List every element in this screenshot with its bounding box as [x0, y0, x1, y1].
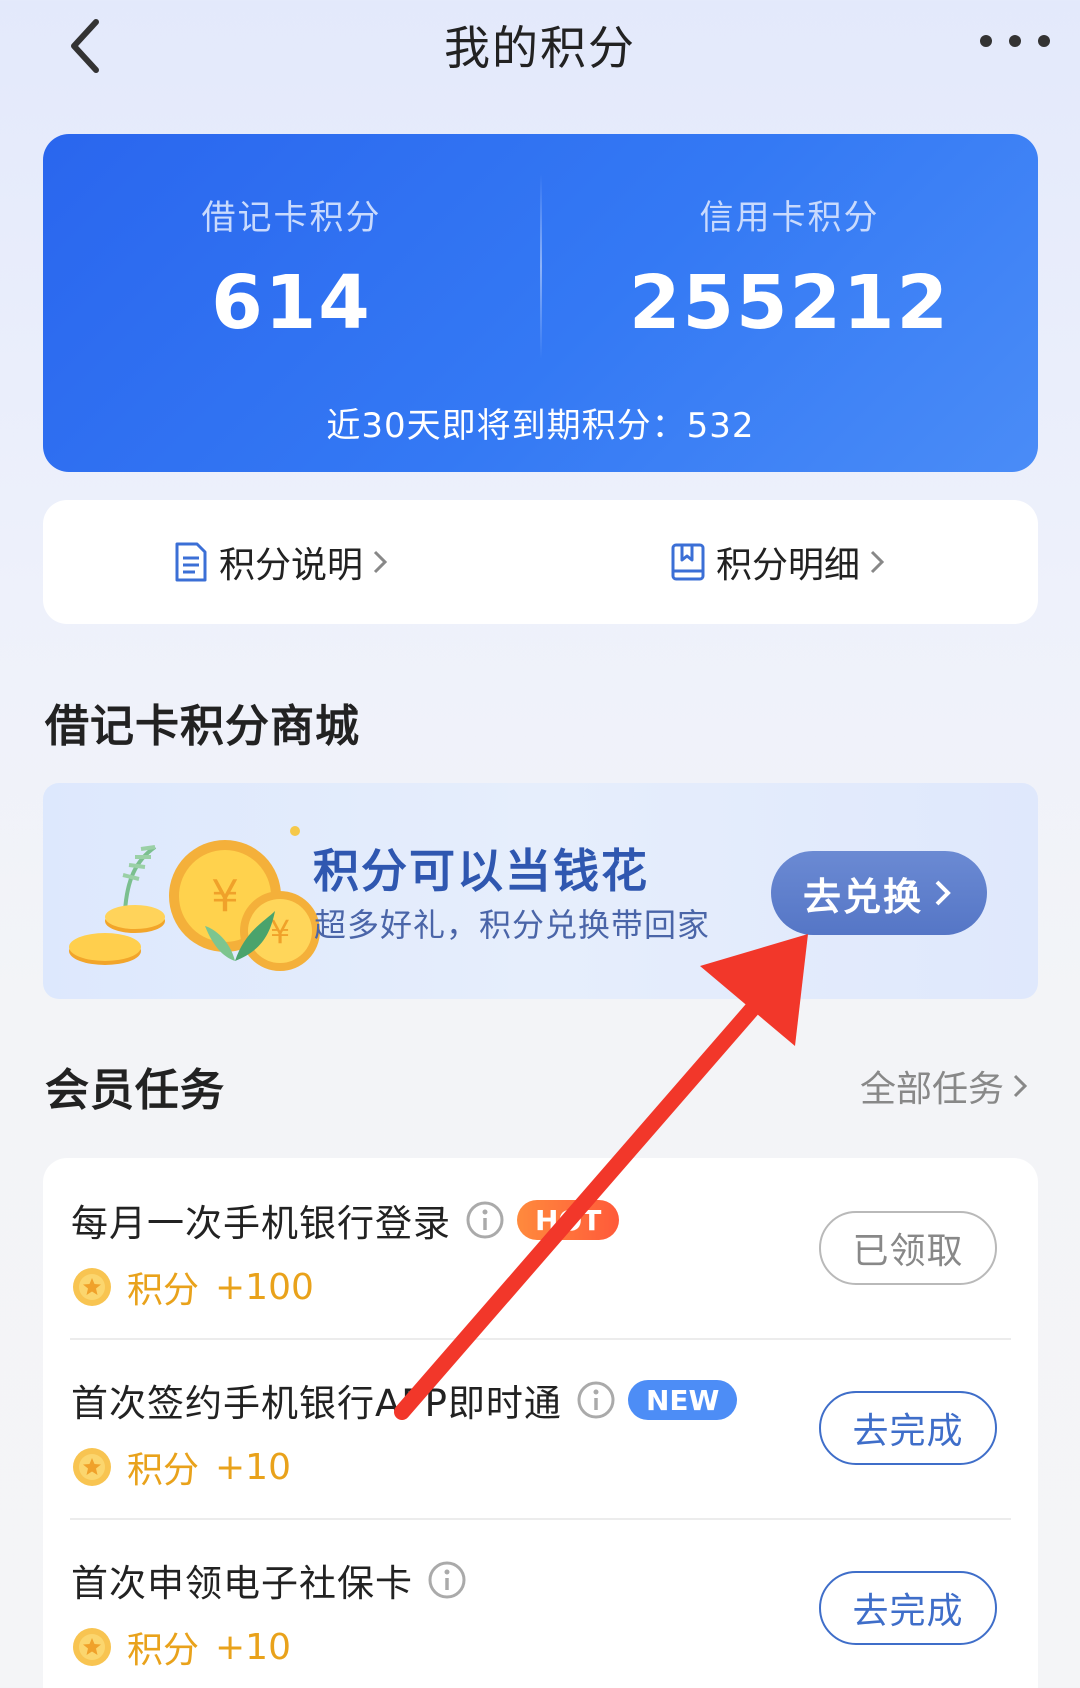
task-name: 首次申领电子社保卡	[71, 1562, 413, 1605]
tasks-section-title: 会员任务	[45, 1065, 225, 1116]
coins-illustration: ¥ ¥	[69, 826, 320, 971]
task-reward: 积分 +10	[71, 1621, 291, 1673]
hot-badge: HOT	[517, 1200, 620, 1240]
reward-value: +100	[215, 1266, 314, 1308]
banner-title: 积分可以当钱花	[313, 844, 649, 898]
reward-label: 积分	[127, 1270, 200, 1311]
more-button[interactable]	[980, 26, 1050, 56]
points-summary-card: 借记卡积分 614 信用卡积分 255212 近30天即将到期积分：532	[43, 134, 1038, 472]
coin-icon	[73, 1268, 111, 1306]
book-icon	[671, 543, 705, 581]
credit-points[interactable]: 信用卡积分 255212	[541, 134, 1038, 394]
task-go-button[interactable]: 去完成	[819, 1571, 997, 1645]
mall-section-title: 借记卡积分商城	[45, 701, 360, 752]
more-dots-icon	[980, 35, 992, 47]
all-tasks-link[interactable]: 全部任务	[860, 1060, 1030, 1112]
debit-points-label: 借记卡积分	[201, 198, 382, 238]
divider	[70, 1338, 1011, 1340]
coin-icon	[73, 1628, 111, 1666]
debit-points[interactable]: 借记卡积分 614	[43, 134, 540, 394]
points-mall-banner[interactable]: ¥ ¥ 积分可以当钱花 超多好礼，积分兑换带回家 去兑换	[43, 783, 1038, 999]
redeem-button[interactable]: 去兑换	[771, 851, 987, 935]
points-explain-label: 积分说明	[219, 545, 364, 586]
points-detail-label: 积分明细	[716, 545, 861, 586]
chevron-right-icon	[373, 550, 388, 574]
reward-value: +10	[215, 1446, 291, 1488]
chevron-right-icon	[1013, 1074, 1028, 1098]
credit-points-value: 255212	[629, 260, 950, 346]
banner-subtitle: 超多好礼，积分兑换带回家	[314, 906, 711, 944]
points-explain-link[interactable]: 积分说明	[171, 500, 391, 624]
redeem-button-label: 去兑换	[802, 874, 923, 919]
expiring-points-text: 近30天即将到期积分：532	[326, 406, 755, 446]
top-bar: 我的积分	[0, 0, 1080, 90]
points-links-card: 积分说明 积分明细	[43, 500, 1038, 624]
task-reward: 积分 +100	[71, 1261, 314, 1313]
reward-value: +10	[215, 1626, 291, 1668]
task-claimed-button[interactable]: 已领取	[819, 1211, 997, 1285]
points-detail-link[interactable]: 积分明细	[668, 500, 888, 624]
reward-label: 积分	[127, 1450, 200, 1491]
svg-text:¥: ¥	[211, 871, 239, 922]
chevron-right-icon	[935, 880, 951, 906]
all-tasks-label: 全部任务	[859, 1069, 1004, 1110]
credit-points-label: 信用卡积分	[699, 198, 880, 238]
page-title: 我的积分	[444, 21, 636, 75]
chevron-right-icon	[870, 550, 885, 574]
task-go-button[interactable]: 去完成	[819, 1391, 997, 1465]
task-name: 首次签约手机银行APP即时通	[71, 1382, 562, 1425]
task-row: 首次签约手机银行APP即时通 NEW 积分 +10 去完成	[43, 1338, 1038, 1518]
coin-icon	[73, 1448, 111, 1486]
info-icon[interactable]	[427, 1560, 467, 1600]
info-icon[interactable]	[576, 1380, 616, 1420]
task-row: 每月一次手机银行登录 HOT 积分 +100 已领取	[43, 1158, 1038, 1338]
task-reward: 积分 +10	[71, 1441, 291, 1493]
new-badge: NEW	[627, 1380, 738, 1420]
tasks-list: 每月一次手机银行登录 HOT 积分 +100 已领取 首次签约手机银行APP即时…	[43, 1158, 1038, 1688]
divider	[70, 1518, 1011, 1520]
task-name: 每月一次手机银行登录	[71, 1202, 451, 1245]
reward-label: 积分	[127, 1630, 200, 1671]
debit-points-value: 614	[211, 260, 372, 346]
info-icon[interactable]	[465, 1200, 505, 1240]
task-row: 首次申领电子社保卡 积分 +10 去完成	[43, 1518, 1038, 1688]
document-icon	[175, 542, 207, 582]
